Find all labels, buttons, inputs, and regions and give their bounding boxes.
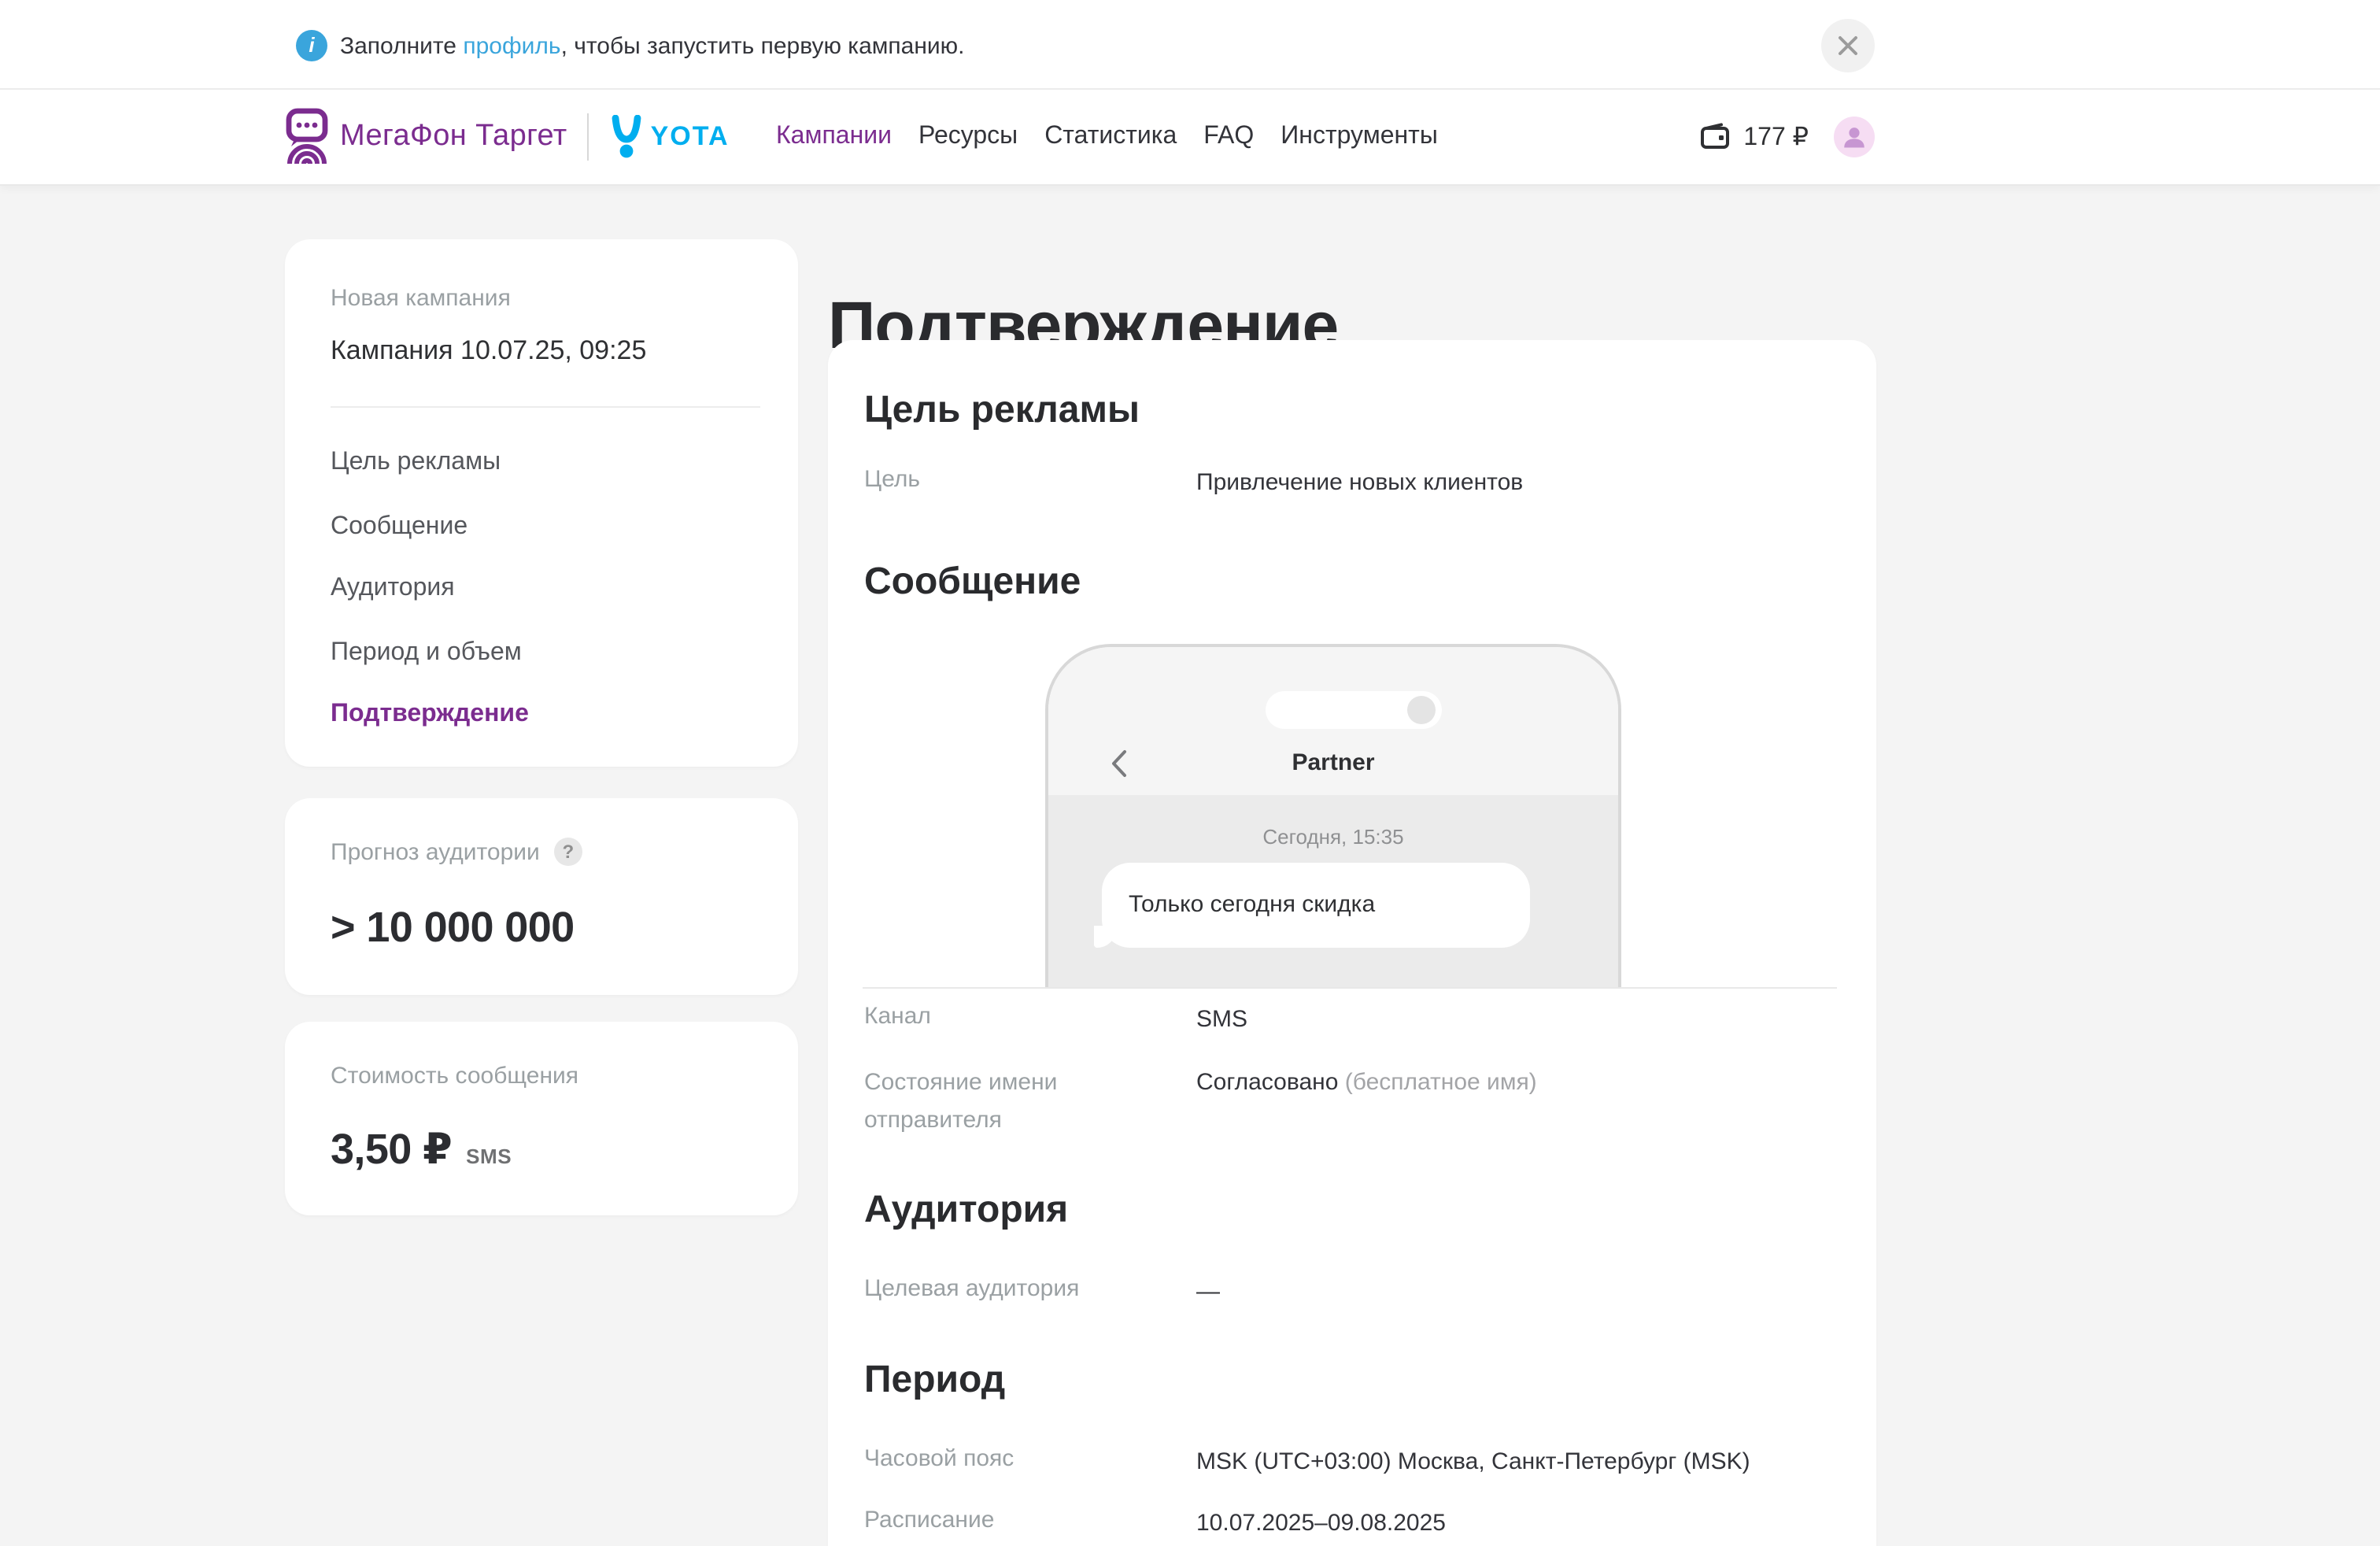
header-right: 177 ₽ (1699, 88, 1875, 184)
balance-amount[interactable]: 177 ₽ (1743, 120, 1809, 152)
phone-camera-icon (1407, 696, 1436, 724)
main-nav: Кампании Ресурсы Статистика FAQ Инструме… (776, 88, 1438, 184)
nav-resources[interactable]: Ресурсы (918, 122, 1018, 150)
nav-campaigns[interactable]: Кампании (776, 122, 892, 150)
forecast-value: > 10 000 000 (331, 904, 575, 952)
yota-logo: YOTA (610, 114, 730, 158)
banner-text-before: Заполните (340, 33, 463, 60)
sms-bubble: Только сегодня скидка (1102, 863, 1530, 948)
yota-logo-text: YOTA (651, 120, 730, 152)
step-period[interactable]: Период и объем (331, 638, 522, 669)
phone-header: Partner (1048, 647, 1618, 795)
avatar[interactable] (1834, 116, 1875, 157)
row-value: SMS (1196, 1004, 1247, 1036)
audience-forecast-card: Прогноз аудитории ? > 10 000 000 (285, 798, 798, 995)
close-icon (1837, 35, 1859, 57)
section-heading-message: Сообщение (864, 559, 1081, 606)
nav-faq[interactable]: FAQ (1203, 122, 1254, 150)
wallet-icon[interactable] (1699, 123, 1729, 150)
row-label: Цель (864, 461, 1163, 499)
row-label: Целевая аудитория (864, 1270, 1163, 1308)
app-stage: i Заполните профиль, чтобы запустить пер… (0, 0, 2380, 1546)
price-value: 3,50 ₽ (331, 1126, 452, 1174)
user-icon (1840, 122, 1868, 150)
app-header: МегаФон Таргет YOTA Кампании Ресурсы Ста… (0, 88, 2380, 186)
phone-notch (1266, 691, 1442, 729)
forecast-label: Прогноз аудитории (331, 838, 540, 865)
brand-group[interactable]: МегаФон Таргет YOTA (285, 88, 730, 184)
confirmation-card: Цель рекламы Цель Привлечение новых клие… (828, 340, 1876, 1546)
section-heading-goal: Цель рекламы (864, 387, 1140, 435)
sender-status-note: (бесплатное имя) (1345, 1069, 1537, 1096)
step-confirmation[interactable]: Подтверждение (331, 699, 529, 730)
row-label: Состояние имени отправителя (864, 1064, 1163, 1140)
brand-name: МегаФон Таргет (340, 119, 567, 153)
help-icon[interactable]: ? (554, 838, 582, 866)
banner-close-button[interactable] (1821, 19, 1875, 72)
brand-divider (588, 113, 589, 160)
phone-frame: Partner Сегодня, 15:35 Только сегодня ск… (1045, 644, 1621, 987)
message-price-card: Стоимость сообщения 3,50 ₽ SMS (285, 1022, 798, 1215)
campaign-steps-card: Новая кампания Кампания 10.07.25, 09:25 … (285, 239, 798, 767)
campaign-card-divider (331, 406, 760, 408)
sms-date: Сегодня, 15:35 (1048, 825, 1618, 849)
banner-text-after: , чтобы запустить первую кампанию. (561, 33, 965, 60)
row-value: — (1196, 1277, 1220, 1308)
profile-link[interactable]: профиль (463, 33, 560, 60)
row-value: MSK (UTC+03:00) Москва, Санкт-Петербург … (1196, 1447, 1750, 1478)
campaign-kicker: Новая кампания (331, 285, 511, 312)
sender-status: Согласовано (1196, 1069, 1338, 1096)
step-message[interactable]: Сообщение (331, 512, 468, 543)
nav-statistics[interactable]: Статистика (1044, 122, 1177, 150)
banner-message: Заполните профиль, чтобы запустить перву… (340, 33, 965, 60)
row-label: Часовой пояс (864, 1441, 1163, 1478)
section-heading-period: Период (864, 1357, 1005, 1404)
phone-messages-area: Сегодня, 15:35 Только сегодня скидка (1048, 795, 1618, 987)
price-unit: SMS (466, 1145, 512, 1168)
campaign-title: Кампания 10.07.25, 09:25 (331, 335, 646, 367)
row-label: Канал (864, 998, 1163, 1036)
section-heading-audience: Аудитория (864, 1187, 1068, 1234)
info-icon: i (296, 30, 327, 61)
row-value: 10.07.2025–09.08.2025 (1196, 1508, 1446, 1540)
price-label: Стоимость сообщения (331, 1063, 578, 1089)
sms-sender-name: Partner (1048, 749, 1618, 776)
megafon-target-logo-icon (285, 106, 329, 166)
nav-tools[interactable]: Инструменты (1281, 122, 1438, 150)
row-label: Расписание (864, 1502, 1163, 1540)
notification-banner: i Заполните профиль, чтобы запустить пер… (0, 0, 2380, 90)
row-value: Согласовано (бесплатное имя) (1196, 1067, 1537, 1099)
section-divider (863, 987, 1837, 989)
sms-phone-preview: Partner Сегодня, 15:35 Только сегодня ск… (1045, 644, 1621, 987)
sms-bubble-tail (1094, 926, 1116, 948)
yota-logo-icon (610, 114, 645, 158)
row-value: Привлечение новых клиентов (1196, 468, 1523, 499)
sms-bubble-text: Только сегодня скидка (1129, 891, 1375, 918)
step-goal[interactable]: Цель рекламы (331, 447, 501, 479)
step-audience[interactable]: Аудитория (331, 573, 455, 605)
